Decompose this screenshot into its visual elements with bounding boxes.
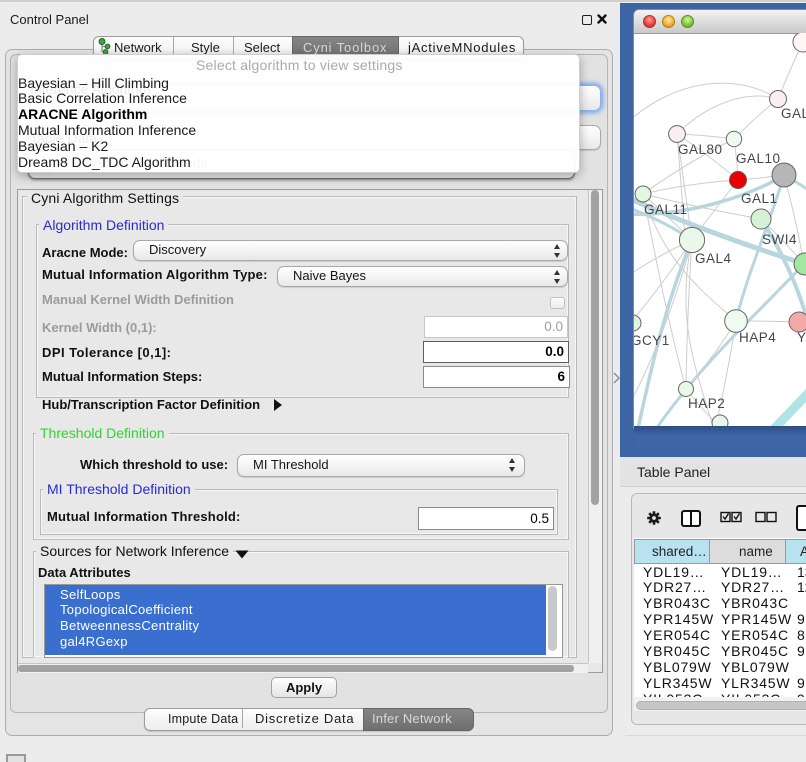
svg-text:Y: Y [797, 330, 806, 345]
svg-text:HAP4: HAP4 [739, 330, 776, 345]
svg-text:GAL11: GAL11 [644, 202, 688, 217]
svg-text:GAL10: GAL10 [736, 151, 781, 166]
svg-text:GAL80: GAL80 [678, 142, 723, 157]
svg-text:SWI4: SWI4 [762, 232, 797, 247]
svg-text:GAL1: GAL1 [741, 191, 778, 206]
svg-text:HAP2: HAP2 [688, 396, 725, 411]
svg-text:GAL7: GAL7 [781, 106, 806, 121]
svg-text:GCY1: GCY1 [634, 333, 670, 348]
svg-text:GAL4: GAL4 [695, 251, 732, 266]
